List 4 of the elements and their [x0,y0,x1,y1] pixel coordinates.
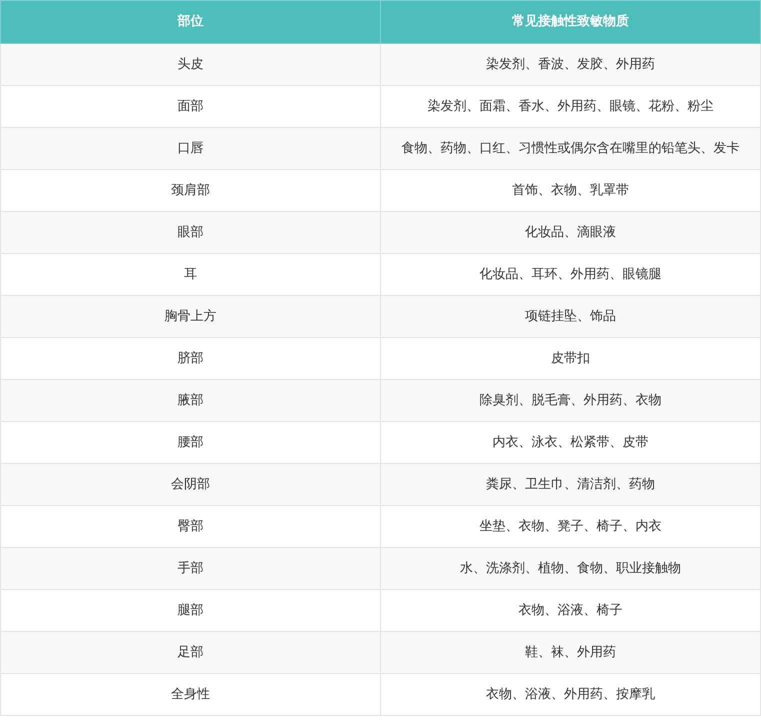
table-cell: 全身性 [0,674,380,716]
column-header: 常见接触性致敏物质 [380,0,760,44]
table-cell: 衣物、浴液、外用药、按摩乳 [380,674,760,716]
column-header: 部位 [0,0,380,44]
